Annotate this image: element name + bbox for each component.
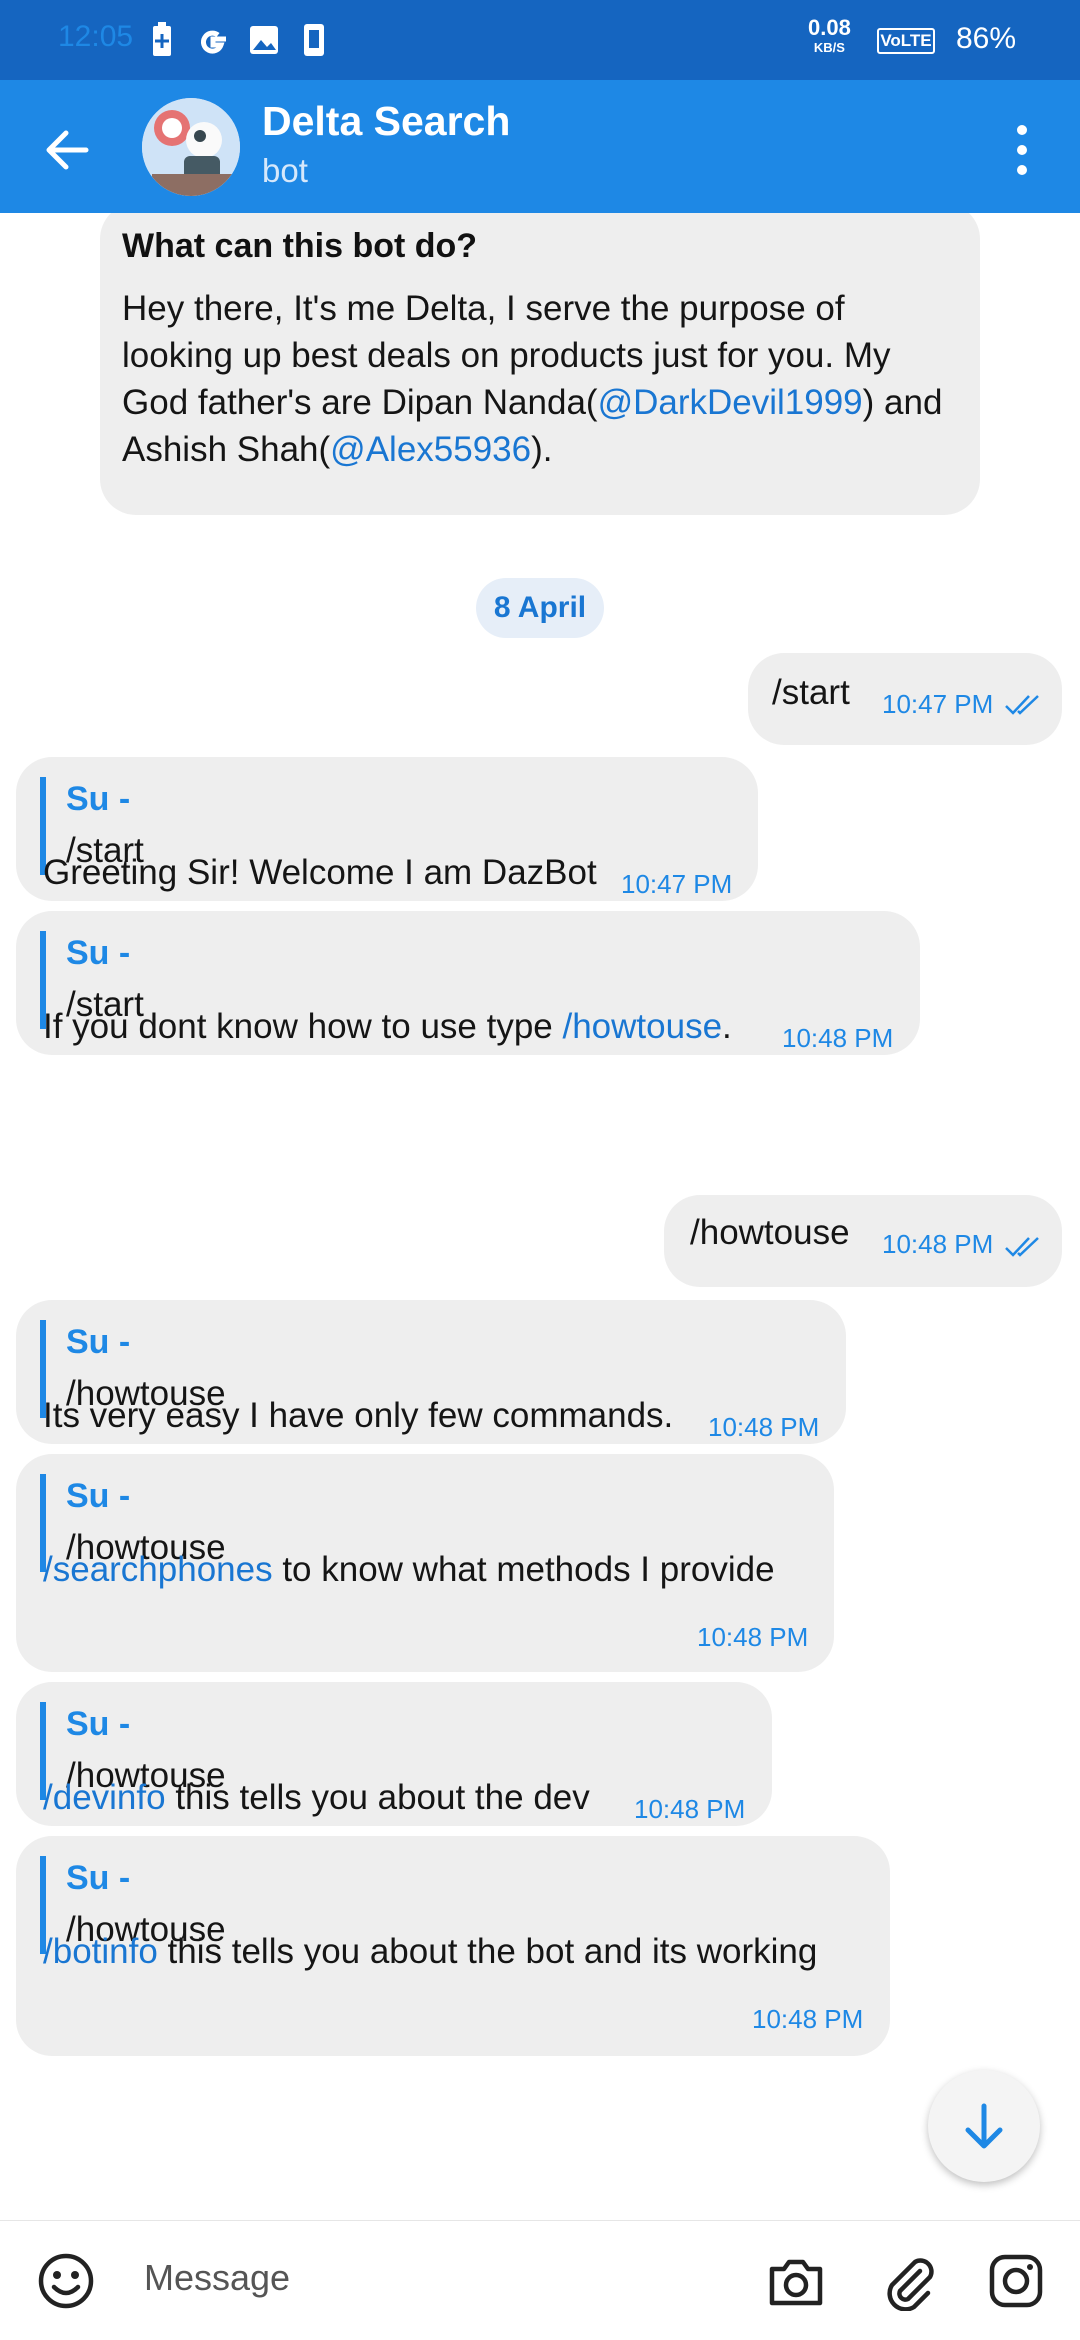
- attach-icon[interactable]: [880, 2251, 940, 2311]
- incoming-message[interactable]: Su - /howtouse Its very easy I have only…: [16, 1300, 846, 1444]
- battery-saver-icon: [153, 22, 171, 56]
- chat-area[interactable]: What can this bot do? Hey there, It's me…: [0, 213, 1080, 2220]
- instagram-icon[interactable]: [986, 2251, 1046, 2311]
- message-text: /botinfo this tells you about the bot an…: [43, 1932, 818, 1971]
- message-time: 10:47 PM: [621, 869, 733, 899]
- message-text[interactable]: /start: [772, 673, 850, 713]
- reply-sender: Su -: [66, 1323, 131, 1361]
- reply-sender: Su -: [66, 1477, 131, 1515]
- double-check-icon: [1005, 695, 1039, 715]
- bot-avatar-icon: [142, 98, 240, 196]
- network-speed: 0.08 KB/S: [808, 17, 851, 58]
- message-time: 10:48 PM: [752, 2004, 864, 2034]
- mention-link[interactable]: @Alex55936: [330, 430, 531, 469]
- outgoing-message[interactable]: /howtouse 10:48 PM: [664, 1195, 1062, 1287]
- intro-text: Hey there, It's me Delta, I serve the pu…: [122, 285, 972, 473]
- app-bar: Delta Search bot: [0, 80, 1080, 213]
- google-icon: [201, 30, 226, 54]
- message-time: 10:48 PM: [697, 1622, 809, 1652]
- message-text: If you dont know how to use type /howtou…: [43, 1007, 732, 1046]
- incoming-message[interactable]: Su - /howtouse /devinfo this tells you a…: [16, 1682, 772, 1826]
- message-time: 10:48 PM: [882, 1229, 994, 1259]
- message-time: 10:48 PM: [634, 1794, 746, 1824]
- command-link[interactable]: /botinfo: [43, 1932, 158, 1971]
- outgoing-message[interactable]: /start 10:47 PM: [748, 653, 1062, 745]
- chat-title[interactable]: Delta Search: [262, 98, 510, 145]
- reply-sender: Su -: [66, 780, 131, 818]
- message-input[interactable]: Message: [144, 2257, 290, 2299]
- incoming-message[interactable]: Su - /start Greeting Sir! Welcome I am D…: [16, 757, 758, 901]
- incoming-message[interactable]: Su - /howtouse /botinfo this tells you a…: [16, 1836, 890, 2056]
- phone-update-icon: [304, 24, 324, 56]
- avatar[interactable]: [142, 98, 240, 196]
- message-text[interactable]: /howtouse: [690, 1213, 850, 1253]
- gallery-icon: [250, 26, 278, 54]
- message-text: /searchphones to know what methods I pro…: [43, 1550, 775, 1589]
- message-time: 10:48 PM: [708, 1412, 820, 1442]
- intro-line: Ashish Shah(@Alex55936).: [122, 430, 553, 469]
- message-text: /devinfo this tells you about the dev: [43, 1778, 590, 1817]
- message-time: 10:48 PM: [782, 1023, 894, 1053]
- message-time: 10:47 PM: [882, 689, 994, 719]
- message-composer: Message: [0, 2220, 1080, 2340]
- reply-sender: Su -: [66, 1705, 131, 1743]
- incoming-message[interactable]: Su - /start If you dont know how to use …: [16, 911, 920, 1055]
- status-bar: 12:05 0.08 KB/S VoLTE 86%: [0, 0, 1080, 80]
- double-check-icon: [1005, 1237, 1039, 1257]
- back-arrow-icon[interactable]: [36, 120, 96, 180]
- volte-badge: VoLTE: [877, 28, 935, 54]
- bot-intro-card: What can this bot do? Hey there, It's me…: [100, 213, 980, 515]
- intro-line: God father's are Dipan Nanda(@DarkDevil1…: [122, 383, 943, 422]
- battery-level: 86%: [956, 22, 1017, 55]
- reply-sender: Su -: [66, 1859, 131, 1897]
- command-link[interactable]: /devinfo: [43, 1778, 166, 1817]
- status-time: 12:05: [58, 20, 134, 53]
- intro-line: looking up best deals on products just f…: [122, 336, 891, 375]
- command-link[interactable]: /searchphones: [43, 1550, 273, 1589]
- message-text: Its very easy I have only few commands.: [43, 1396, 674, 1435]
- reply-sender: Su -: [66, 934, 131, 972]
- mention-link[interactable]: @DarkDevil1999: [598, 383, 863, 422]
- speed-unit: KB/S: [813, 40, 845, 55]
- date-separator: 8 April: [476, 578, 604, 638]
- intro-line: Hey there, It's me Delta, I serve the pu…: [122, 289, 845, 328]
- message-text: Greeting Sir! Welcome I am DazBot: [43, 853, 597, 892]
- command-link[interactable]: /howtouse: [562, 1007, 722, 1046]
- arrow-down-icon: [965, 2103, 1003, 2149]
- intro-title: What can this bot do?: [122, 227, 478, 265]
- more-options-icon[interactable]: [1000, 122, 1044, 178]
- scroll-down-button[interactable]: [928, 2070, 1040, 2182]
- emoji-icon[interactable]: [36, 2251, 96, 2311]
- incoming-message[interactable]: Su - /howtouse /searchphones to know wha…: [16, 1454, 834, 1672]
- camera-icon[interactable]: [766, 2251, 826, 2311]
- chat-subtitle: bot: [262, 152, 308, 189]
